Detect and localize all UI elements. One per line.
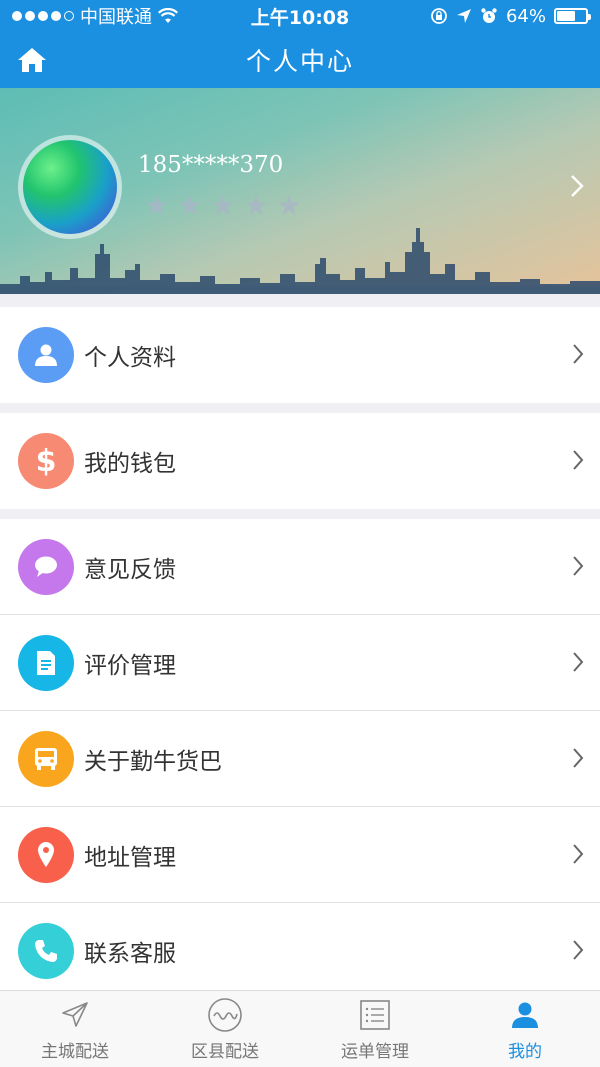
chevron-right-icon <box>573 652 584 672</box>
home-button[interactable] <box>16 44 48 76</box>
user-phone: 185*****370 <box>138 152 284 178</box>
person-icon <box>18 327 74 383</box>
star-icon: ★ <box>177 189 203 222</box>
chevron-right-icon <box>573 940 584 960</box>
menu-group-wallet: $ 我的钱包 <box>0 413 600 509</box>
star-icon: ★ <box>276 189 302 222</box>
battery-fill <box>557 11 575 21</box>
tab-mine[interactable]: 我的 <box>450 991 600 1067</box>
location-arrow-icon <box>456 9 471 23</box>
tab-label: 我的 <box>508 1042 542 1062</box>
user-icon <box>512 1002 538 1028</box>
menu-label: 个人资料 <box>84 345 176 371</box>
menu-item-reviews[interactable]: 评价管理 <box>0 615 600 711</box>
tab-label: 主城配送 <box>41 1042 109 1062</box>
star-icon: ★ <box>144 189 170 222</box>
menu-label: 意见反馈 <box>84 556 176 583</box>
chevron-right-icon <box>573 844 584 864</box>
menu-group-profile: 个人资料 <box>0 307 600 403</box>
chat-bubble-icon <box>18 538 74 595</box>
list-icon <box>360 1000 390 1030</box>
menu-label: 地址管理 <box>84 844 176 871</box>
dollar-icon: $ <box>18 433 74 489</box>
menu-item-wallet[interactable]: $ 我的钱包 <box>0 413 600 509</box>
avatar[interactable] <box>23 140 117 234</box>
battery-icon <box>554 8 591 24</box>
home-icon <box>18 48 46 72</box>
menu-item-address[interactable]: 地址管理 <box>0 807 600 903</box>
tab-label: 区县配送 <box>191 1042 259 1062</box>
page-title: 个人中心 <box>245 47 354 76</box>
paper-plane-icon <box>62 1002 88 1027</box>
chevron-right-icon <box>573 450 584 470</box>
menu-item-profile[interactable]: 个人资料 <box>0 307 600 403</box>
navigation-bar: 个人中心 <box>0 32 600 88</box>
signal-strength-icon <box>12 11 74 21</box>
carrier-label: 中国联通 <box>80 7 152 28</box>
tab-bar: 主城配送 区县配送 运单管理 我的 <box>0 990 600 1067</box>
document-icon <box>18 634 74 691</box>
chevron-right-icon <box>573 344 584 364</box>
tab-city-delivery[interactable]: 主城配送 <box>0 991 150 1067</box>
battery-percent: 64% <box>505 5 546 27</box>
city-skyline-image <box>0 228 600 294</box>
menu-label: 评价管理 <box>84 652 176 679</box>
star-icon: ★ <box>243 189 269 222</box>
bus-icon <box>18 730 74 787</box>
menu-label: 我的钱包 <box>84 451 176 477</box>
menu-item-feedback[interactable]: 意见反馈 <box>0 519 600 615</box>
profile-header[interactable]: 185*****370 ★ ★ ★ ★ ★ <box>0 88 600 294</box>
wave-circle-icon <box>208 998 242 1032</box>
menu-item-support[interactable]: 联系客服 <box>0 903 600 999</box>
chevron-right-icon[interactable] <box>570 174 584 198</box>
menu-label: 关于勤牛货巴 <box>84 748 222 775</box>
tab-county-delivery[interactable]: 区县配送 <box>150 991 300 1067</box>
tab-waybill-management[interactable]: 运单管理 <box>300 991 450 1067</box>
phone-icon <box>18 923 74 979</box>
rating-stars: ★ ★ ★ ★ ★ <box>144 192 302 220</box>
status-time: 上午10:08 <box>250 6 350 29</box>
tab-label: 运单管理 <box>341 1042 409 1062</box>
status-bar: 中国联通 上午10:08 64% <box>0 0 600 32</box>
menu-group-more: 意见反馈 评价管理 关于勤牛货巴 地址管理 联系客服 <box>0 519 600 999</box>
menu-label: 联系客服 <box>84 941 176 967</box>
chevron-right-icon <box>573 556 584 576</box>
location-pin-icon <box>18 826 74 883</box>
rotation-lock-icon <box>431 8 447 24</box>
alarm-icon <box>481 8 497 23</box>
wifi-icon <box>158 8 178 23</box>
chevron-right-icon <box>573 748 584 768</box>
menu-item-about[interactable]: 关于勤牛货巴 <box>0 711 600 807</box>
star-icon: ★ <box>210 189 236 222</box>
